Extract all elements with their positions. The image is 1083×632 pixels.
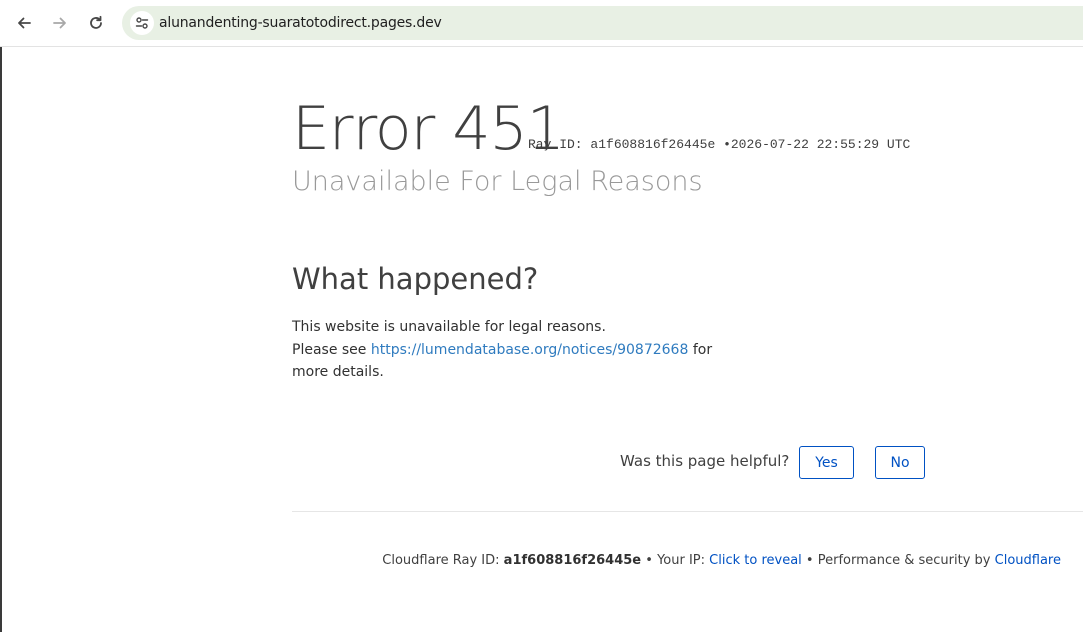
yes-button[interactable]: Yes <box>799 446 854 479</box>
ray-id-label: Ray ID: <box>528 137 583 152</box>
reason-line: This website is unavailable for legal re… <box>292 319 606 335</box>
reload-button[interactable] <box>81 8 111 38</box>
error-timestamp: 2026-07-22 22:55:29 UTC <box>730 137 911 152</box>
no-button[interactable]: No <box>875 446 925 479</box>
ray-id-value: a1f608816f26445e <box>590 137 716 152</box>
cloudflare-link[interactable]: Cloudflare <box>995 553 1061 568</box>
window-edge <box>0 47 2 632</box>
ray-id-line: Ray ID: a1f608816f26445e •2026-07-22 22:… <box>528 137 910 152</box>
reload-icon <box>90 15 102 29</box>
see-prefix: Please see <box>292 341 367 358</box>
site-settings-icon <box>135 17 149 29</box>
footer-ray-label: Cloudflare Ray ID: <box>382 553 500 568</box>
helpful-question: Was this page helpful? <box>620 452 790 470</box>
forward-arrow-icon <box>53 17 66 29</box>
browser-toolbar: alunandenting-suaratotodirect.pages.dev <box>0 0 1083 47</box>
what-happened-text: This website is unavailable for legal re… <box>292 316 742 384</box>
reveal-ip-link[interactable]: Click to reveal <box>709 553 802 568</box>
address-bar[interactable]: alunandenting-suaratotodirect.pages.dev <box>122 6 1083 40</box>
forward-button[interactable] <box>45 8 75 38</box>
footer-separator: • <box>805 553 814 568</box>
footer-separator: • <box>645 553 653 568</box>
lumen-notice-link[interactable]: https://lumendatabase.org/notices/908726… <box>371 342 689 358</box>
ray-separator: • <box>723 137 731 152</box>
error-title: Error 451 <box>292 94 565 164</box>
error-subtitle: Unavailable For Legal Reasons <box>292 166 703 197</box>
footer-divider <box>292 511 1083 512</box>
back-button[interactable] <box>9 8 39 38</box>
back-arrow-icon <box>18 17 31 29</box>
footer-ip-label: Your IP: <box>657 553 706 568</box>
footer: Cloudflare Ray ID: a1f608816f26445e • Yo… <box>382 553 1061 568</box>
url-text[interactable]: alunandenting-suaratotodirect.pages.dev <box>159 15 442 31</box>
site-settings-button[interactable] <box>130 11 154 35</box>
what-happened-heading: What happened? <box>292 262 539 296</box>
footer-perf-label: Performance & security by <box>817 553 991 568</box>
footer-ray-id: a1f608816f26445e <box>503 553 642 568</box>
